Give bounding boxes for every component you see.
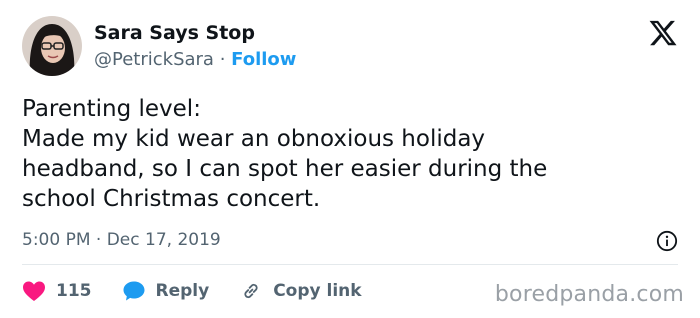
- divider: [22, 264, 678, 265]
- action-bar: 115 Reply Copy link: [22, 277, 392, 305]
- watermark: boredpanda.com: [494, 282, 684, 307]
- speech-bubble-icon: [123, 281, 144, 301]
- x-logo-icon[interactable]: [648, 18, 678, 48]
- info-icon[interactable]: [656, 230, 678, 252]
- author-display-name[interactable]: Sara Says Stop: [94, 21, 296, 45]
- follow-button[interactable]: Follow: [231, 49, 296, 70]
- tweet-text: Parenting level: Made my kid wear an obn…: [22, 94, 662, 214]
- avatar[interactable]: [22, 16, 82, 76]
- tweet-line: Made my kid wear an obnoxious holiday: [22, 126, 486, 152]
- author-names: Sara Says Stop @PetrickSara · Follow: [94, 21, 296, 72]
- tweet-card: Sara Says Stop @PetrickSara · Follow Par…: [0, 0, 700, 318]
- link-icon: [244, 283, 258, 299]
- copy-link-label: Copy link: [273, 281, 362, 301]
- handle-separator: ·: [219, 48, 226, 70]
- tweet-line: Parenting level:: [22, 96, 201, 122]
- tweet-timestamp[interactable]: 5:00 PM · Dec 17, 2019: [22, 228, 221, 252]
- likes-count: 115: [56, 281, 92, 301]
- tweet-line: headband, so I can spot her easier durin…: [22, 156, 548, 182]
- handle-row: @PetrickSara · Follow: [94, 48, 296, 72]
- reply-button[interactable]: Reply: [122, 280, 210, 302]
- reply-label: Reply: [155, 281, 210, 301]
- tweet-line: school Christmas concert.: [22, 186, 321, 212]
- tweet-header: Sara Says Stop @PetrickSara · Follow: [22, 16, 296, 76]
- heart-icon: [23, 281, 45, 301]
- like-button[interactable]: 115: [22, 280, 92, 302]
- copy-link-button[interactable]: Copy link: [239, 280, 362, 302]
- author-handle[interactable]: @PetrickSara: [94, 49, 214, 70]
